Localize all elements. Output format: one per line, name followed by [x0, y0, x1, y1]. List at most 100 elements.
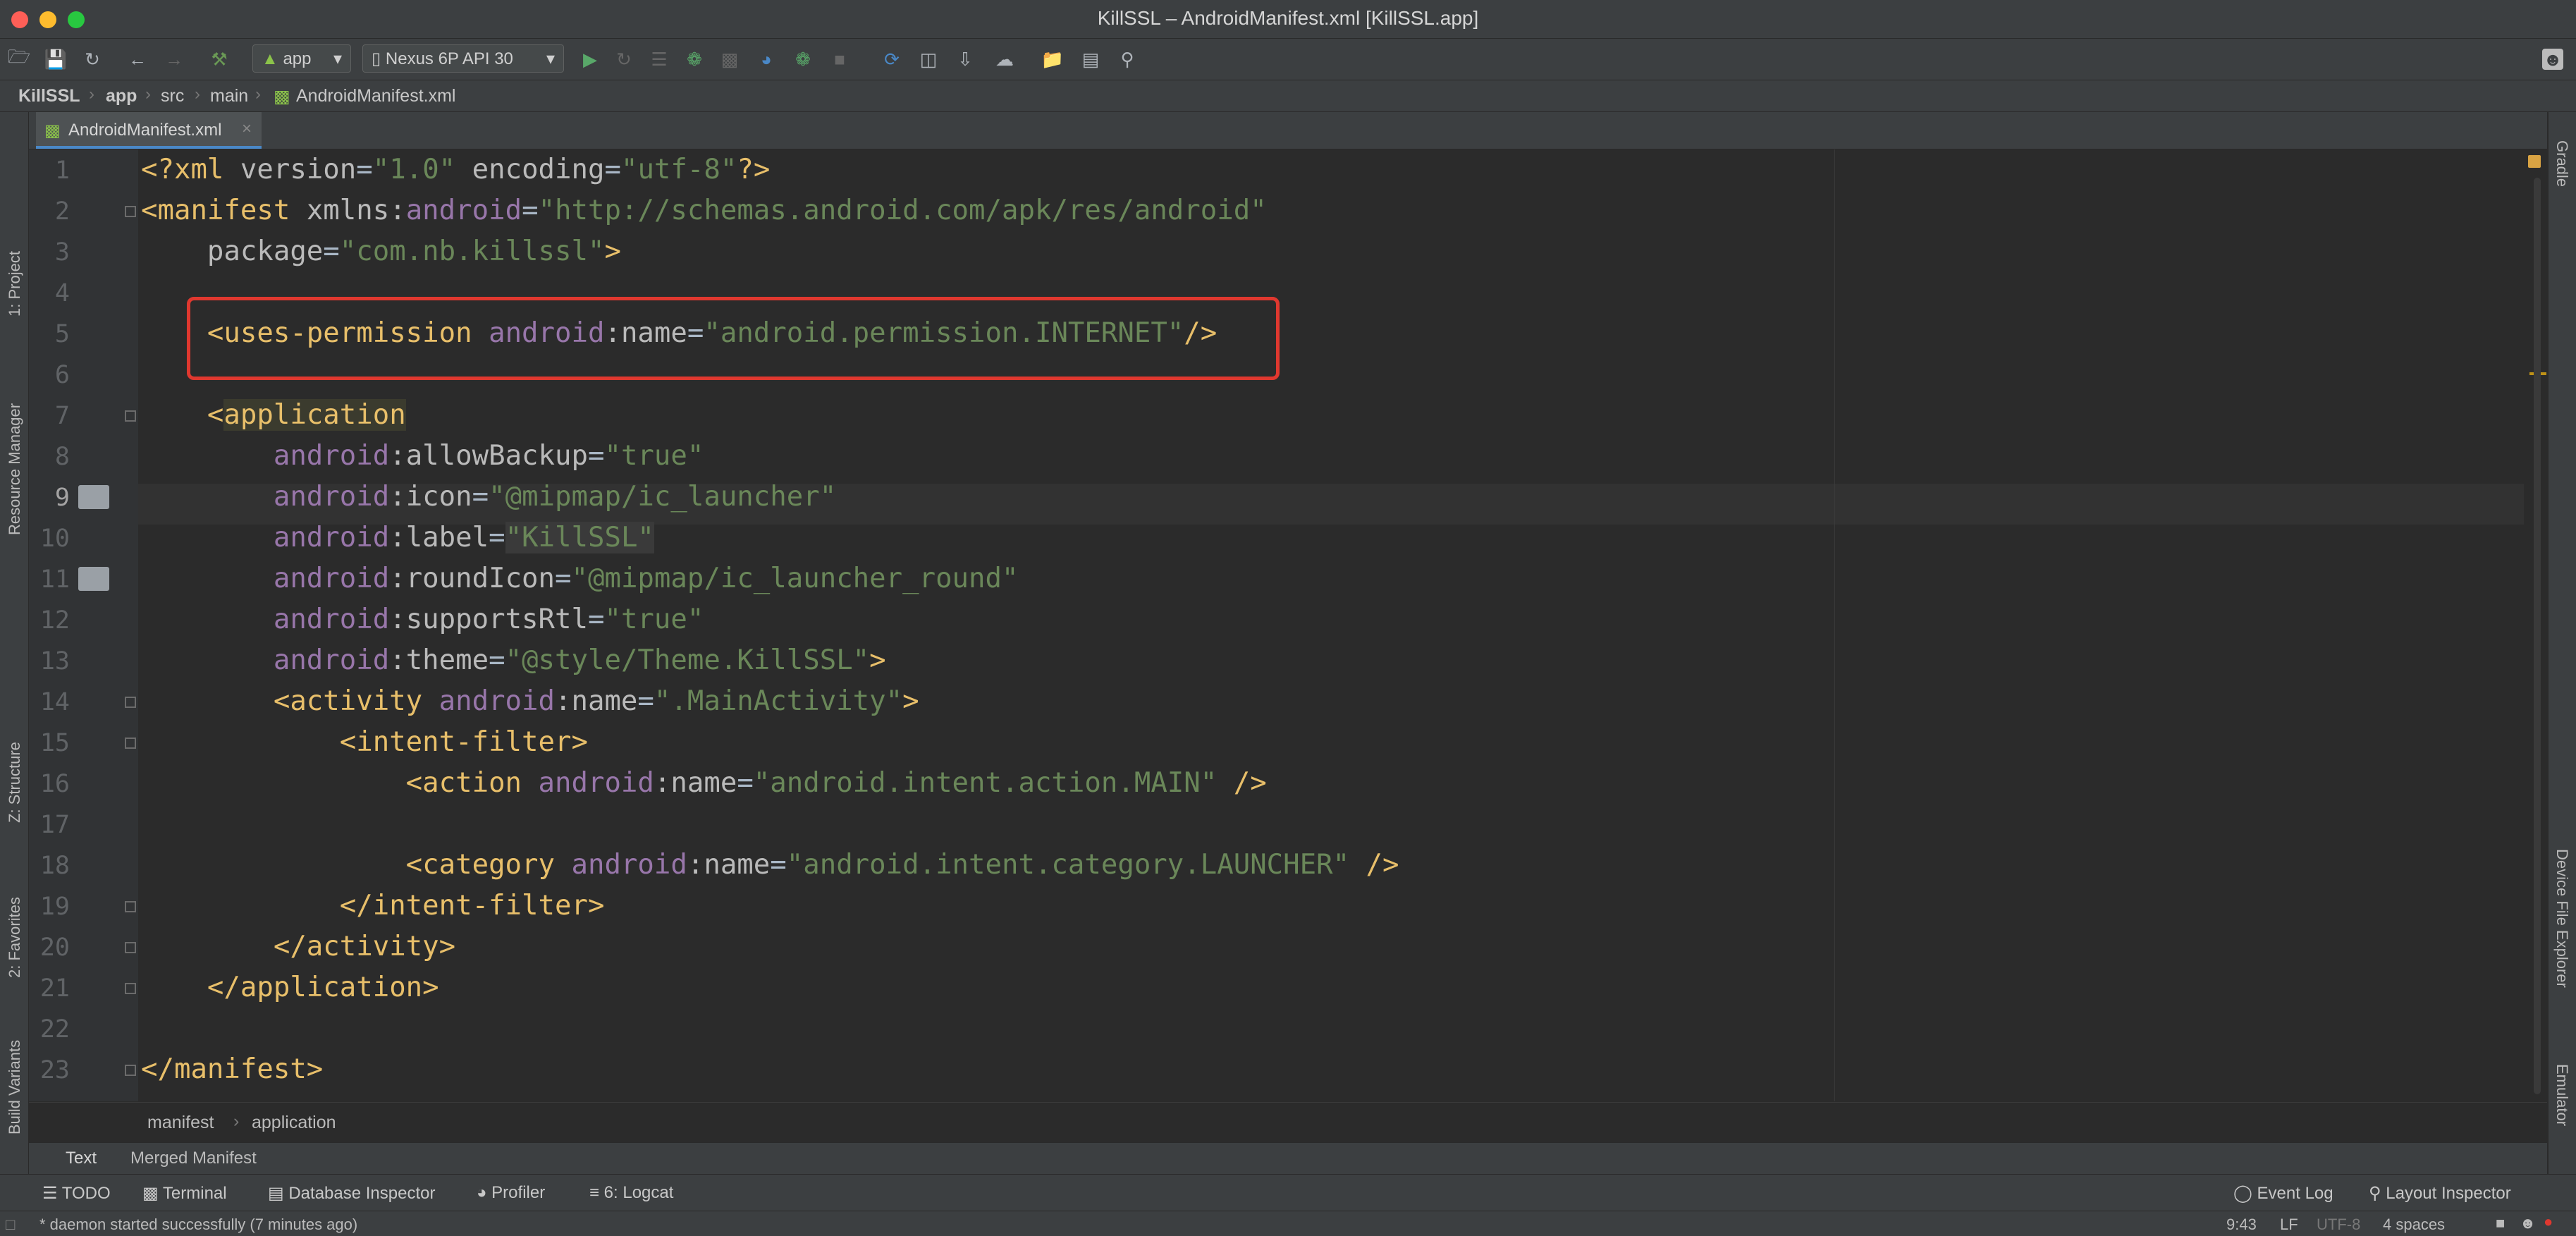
line-number: 17 [39, 811, 70, 839]
code-line-3: package="com.nb.killssl"> [207, 235, 621, 267]
breadcrumb-project[interactable]: KillSSL [18, 86, 80, 106]
file-encoding[interactable]: UTF-8 [2317, 1216, 2360, 1234]
tab-androidmanifest[interactable]: ▩ AndroidManifest.xml × [36, 112, 262, 149]
build-hammer-icon[interactable]: ⚒ [209, 49, 230, 70]
caret-position[interactable]: 9:43 [2226, 1216, 2257, 1234]
coverage-icon[interactable]: ▩ [719, 49, 740, 70]
rerun-icon[interactable]: ↻ [613, 49, 634, 70]
profiler-tool-button[interactable]: ◕ Profiler [477, 1183, 545, 1203]
breadcrumb-separator: › [233, 1111, 240, 1131]
line-number: 9 [54, 484, 70, 512]
sdk-manager-icon[interactable]: ⇩ [955, 49, 976, 70]
todo-tool-button[interactable]: ☰ TODO [42, 1183, 111, 1204]
run-config-select[interactable]: ▲ app ▾ [252, 44, 351, 73]
tab-text[interactable]: Text [43, 1143, 119, 1177]
inspector-icon[interactable]: ☻ [2520, 1214, 2536, 1232]
speech-bubble-icon: ◯ [2233, 1184, 2257, 1203]
tab-merged-manifest[interactable]: Merged Manifest [130, 1143, 257, 1174]
project-tool-button[interactable]: 1: Project [6, 251, 24, 317]
search-icon[interactable]: ⚲ [1117, 49, 1138, 70]
terminal-tool-button[interactable]: ▩ Terminal [142, 1183, 227, 1204]
gradle-tool-button[interactable]: Gradle [2553, 140, 2571, 187]
line-number: 5 [54, 320, 70, 348]
line-number: 8 [54, 443, 70, 471]
fold-marker-icon[interactable] [125, 1065, 136, 1076]
image-preview-icon[interactable] [78, 485, 109, 509]
structure-crumb-manifest[interactable]: manifest [147, 1113, 214, 1133]
event-log-tool-button[interactable]: ◯ Event Log [2233, 1183, 2333, 1204]
forward-arrow-icon[interactable]: → [164, 49, 185, 70]
back-arrow-icon[interactable]: ← [127, 49, 148, 70]
stop-icon[interactable]: ■ [829, 49, 850, 70]
run-config-label: app [283, 49, 312, 68]
fold-marker-icon[interactable] [125, 738, 136, 749]
gradle-sync-icon[interactable]: ⟳ [881, 49, 902, 70]
fold-marker-icon[interactable] [125, 901, 136, 912]
fold-marker-icon[interactable] [125, 942, 136, 953]
code-line-7: <application [141, 399, 406, 431]
code-line-2: <manifest xmlns:android="http://schemas.… [141, 195, 1267, 226]
debug-bug-icon[interactable]: ❁ [684, 49, 705, 70]
status-message[interactable]: * daemon started successfully (7 minutes… [39, 1216, 357, 1234]
favorites-tool-button[interactable]: 2: Favorites [6, 897, 24, 978]
code-line-9: android:icon="@mipmap/ic_launcher" [273, 481, 837, 513]
bug-report-icon[interactable]: ☁ [994, 49, 1015, 70]
fold-marker-icon[interactable] [125, 697, 136, 708]
device-file-explorer-tool-button[interactable]: Device File Explorer [2553, 849, 2571, 988]
user-avatar-icon[interactable]: ☻ [2542, 49, 2563, 70]
line-number: 2 [54, 197, 70, 226]
code-editor[interactable]: <?xml version="1.0" encoding="utf-8"?> <… [138, 149, 2524, 1101]
line-separator[interactable]: LF [2280, 1216, 2298, 1234]
attach-debugger-icon[interactable]: ❁ [792, 49, 814, 70]
image-preview-icon[interactable] [78, 567, 109, 591]
avd-manager-icon[interactable]: ◫ [918, 49, 939, 70]
code-line-20: </activity> [141, 931, 456, 962]
line-number: 4 [54, 279, 70, 307]
open-folder-icon[interactable]: 🗁 [8, 46, 30, 70]
line-number: 15 [39, 729, 70, 757]
profile-icon[interactable]: ◕ [756, 49, 777, 70]
editor-scrollbar[interactable] [2524, 149, 2547, 1101]
apply-changes-icon[interactable]: ☰ [649, 49, 670, 70]
line-number: 23 [39, 1056, 70, 1084]
line-number: 19 [39, 893, 70, 921]
status-toggle-icon[interactable]: □ [6, 1216, 15, 1234]
database-icon: ▤ [268, 1184, 289, 1203]
breadcrumb-main[interactable]: main [210, 86, 248, 106]
inspection-status-icon[interactable] [2528, 155, 2541, 168]
magnifier-icon: ⚲ [2369, 1184, 2386, 1203]
scroll-thumb[interactable] [2534, 178, 2541, 1094]
fold-marker-icon[interactable] [125, 206, 136, 217]
breadcrumb-module[interactable]: app [106, 86, 137, 106]
structure-tool-button[interactable]: Z: Structure [6, 742, 24, 823]
project-structure-icon[interactable]: 📁 [1041, 49, 1064, 70]
structure-crumb-application[interactable]: application [252, 1113, 336, 1133]
sync-icon[interactable]: ↻ [82, 49, 103, 70]
window-title: KillSSL – AndroidManifest.xml [KillSSL.a… [1097, 7, 1479, 29]
build-variants-tool-button[interactable]: Build Variants [6, 1040, 24, 1134]
indent-setting[interactable]: 4 spaces [2383, 1216, 2445, 1234]
lock-icon[interactable]: ■ [2496, 1214, 2505, 1232]
breadcrumb-src[interactable]: src [161, 86, 184, 106]
database-inspector-tool-button[interactable]: ▤ Database Inspector [268, 1183, 435, 1204]
save-icon[interactable]: 💾 [44, 49, 67, 70]
fold-marker-icon[interactable] [125, 410, 136, 422]
breadcrumb-file[interactable]: AndroidManifest.xml [296, 86, 455, 106]
resource-manager-tool-button[interactable]: Resource Manager [6, 403, 24, 535]
line-number: 10 [39, 525, 70, 553]
chevron-down-icon: ▾ [333, 49, 342, 68]
close-tab-icon[interactable]: × [242, 119, 252, 139]
line-number: 7 [54, 402, 70, 430]
xml-file-icon: ▩ [274, 87, 290, 106]
run-icon[interactable]: ▶ [579, 49, 601, 70]
device-select[interactable]: ▯ Nexus 6P API 30 ▾ [362, 44, 564, 73]
layout-inspector-tool-button[interactable]: ⚲ Layout Inspector [2369, 1183, 2511, 1204]
logcat-tool-button[interactable]: ≡ 6: Logcat [589, 1183, 673, 1203]
layout-icon[interactable]: ▤ [1080, 49, 1101, 70]
fold-marker-icon[interactable] [125, 983, 136, 994]
emulator-tool-button[interactable]: Emulator [2553, 1064, 2571, 1126]
code-line-15: <intent-filter> [141, 726, 588, 758]
code-line-21: </application> [141, 972, 439, 1003]
line-number: 21 [39, 974, 70, 1003]
error-indicator-icon[interactable]: ● [2544, 1213, 2553, 1231]
